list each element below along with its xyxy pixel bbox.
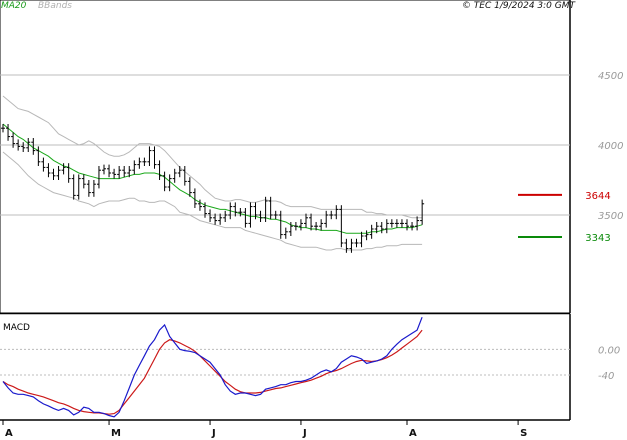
price-macd-chart: 3644 3343 4500 4000 3500 0.00 -40 MACD A M J J A… — [0, 0, 623, 439]
signal-line — [2, 329, 423, 415]
x-tick-label: A — [5, 428, 13, 439]
macd-panel-label: MACD — [3, 323, 30, 333]
legend-bbands: BBands — [38, 1, 72, 11]
legend-ma20: MA20 — [1, 1, 27, 11]
price-tick-label: 4500 — [598, 71, 623, 82]
macd-lines — [2, 316, 423, 418]
macd-y-axis: 0.00 -40 — [598, 345, 620, 382]
price-panel-frame — [0, 0, 571, 314]
price-tick-label: 4000 — [598, 141, 623, 152]
x-tick-label: S — [520, 428, 527, 439]
price-marker-label: 3644 — [585, 191, 610, 202]
x-tick-label: A — [409, 428, 417, 439]
macd-line — [2, 316, 423, 418]
x-tick-label: J — [302, 428, 307, 439]
macd-tick-label: -40 — [598, 371, 614, 382]
x-tick-label: M — [111, 428, 121, 439]
x-axis-labels: AMJJAS — [2, 420, 527, 439]
x-tick-label: J — [211, 428, 216, 439]
macd-tick-label: 0.00 — [598, 345, 620, 356]
price-marker-label: 3343 — [585, 233, 610, 244]
chart-container: 3644 3343 4500 4000 3500 0.00 -40 MACD A M J J A… — [0, 0, 627, 440]
copyright-text: © TEC 1/9/2024 3:0 GMT — [461, 1, 575, 11]
price-tick-label: 3500 — [598, 211, 623, 222]
